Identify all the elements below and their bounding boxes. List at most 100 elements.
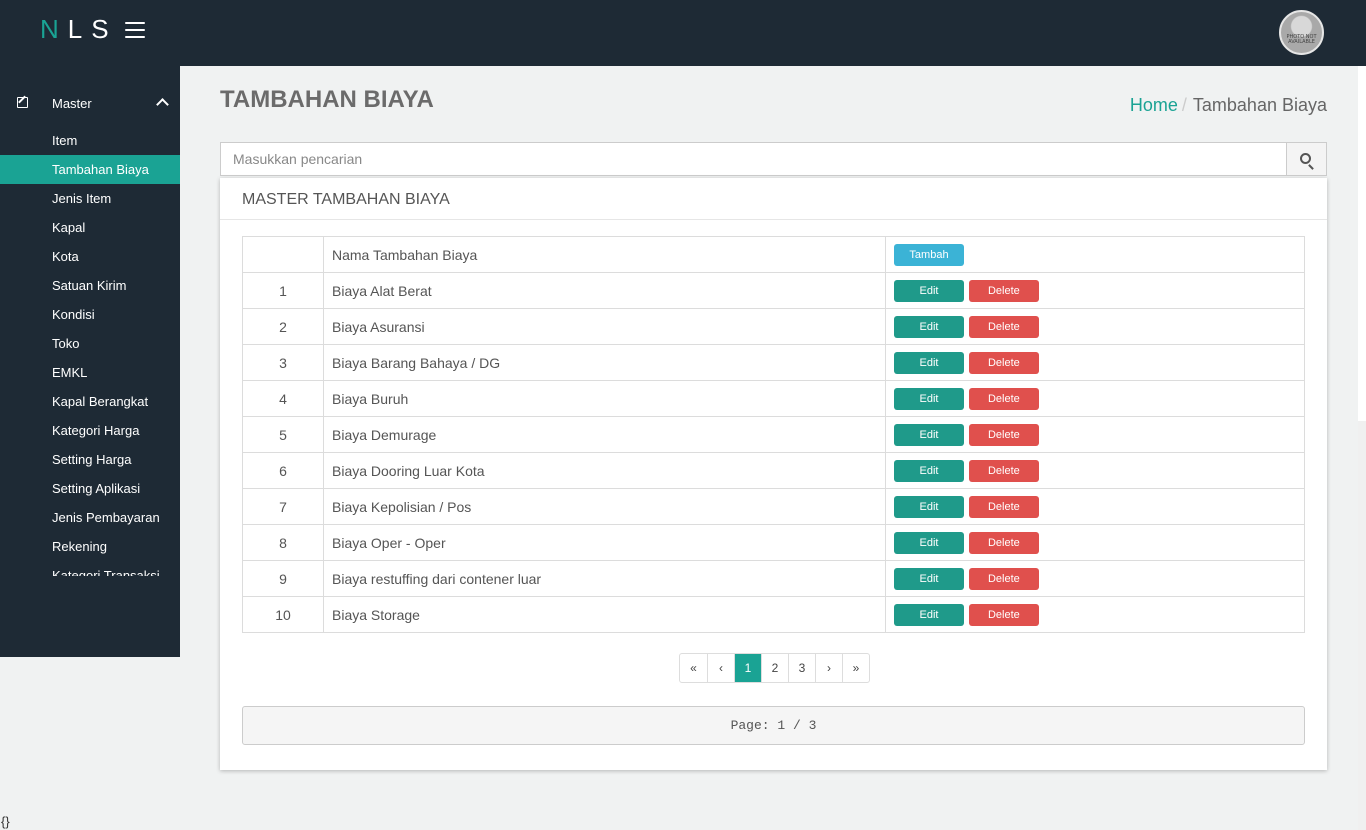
logo-letter-n: N (40, 14, 68, 44)
breadcrumb-home-link[interactable]: Home (1130, 95, 1178, 115)
hamburger-icon[interactable] (125, 22, 145, 38)
edit-button[interactable]: Edit (894, 531, 964, 554)
row-number: 7 (242, 488, 324, 525)
table-row: 1 Biaya Alat Berat Edit Delete (242, 272, 1305, 309)
pagination-last-button[interactable]: » (842, 654, 869, 682)
pagination-prev-button[interactable]: ‹ (707, 654, 734, 682)
row-actions: Edit Delete (885, 380, 1305, 417)
pagination-first-button[interactable]: « (680, 654, 707, 682)
sidebar-item-emkl[interactable]: EMKL (0, 358, 180, 387)
footer-debug-text: {} (1, 814, 10, 829)
table-row: 6 Biaya Dooring Luar Kota Edit Delete (242, 452, 1305, 489)
edit-button[interactable]: Edit (894, 567, 964, 590)
logo-letters-ls: LS (67, 14, 118, 44)
delete-button[interactable]: Delete (968, 603, 1039, 626)
sidebar-item-kategori-harga[interactable]: Kategori Harga (0, 416, 180, 445)
sidebar-item-kategori-transaksi[interactable]: Kategori Transaksi (0, 561, 180, 576)
search-bar (220, 142, 1327, 176)
breadcrumb: Home / Tambahan Biaya (1130, 95, 1327, 116)
scrollbar-thumb[interactable] (1358, 66, 1366, 421)
row-actions: Edit Delete (885, 596, 1305, 633)
add-button[interactable]: Tambah (894, 243, 964, 266)
data-table: Nama Tambahan Biaya Tambah 1 Biaya Alat B… (242, 236, 1305, 633)
panel-title: MASTER TAMBAHAN BIAYA (220, 178, 1327, 220)
sidebar-item-kota[interactable]: Kota (0, 242, 180, 271)
sidebar-item-jenis-pembayaran[interactable]: Jenis Pembayaran (0, 503, 180, 532)
row-name: Biaya Storage (323, 596, 886, 633)
sidebar-item-rekening[interactable]: Rekening (0, 532, 180, 561)
delete-button[interactable]: Delete (968, 531, 1039, 554)
sidebar-item-kapal[interactable]: Kapal (0, 213, 180, 242)
edit-button[interactable]: Edit (894, 459, 964, 482)
chevron-up-icon[interactable] (156, 98, 169, 111)
edit-button[interactable]: Edit (894, 315, 964, 338)
edit-button[interactable]: Edit (894, 351, 964, 374)
row-actions: Edit Delete (885, 272, 1305, 309)
breadcrumb-current: Tambahan Biaya (1192, 95, 1327, 115)
delete-button[interactable]: Delete (968, 423, 1039, 446)
delete-button[interactable]: Delete (968, 459, 1039, 482)
sidebar-item-setting-aplikasi[interactable]: Setting Aplikasi (0, 474, 180, 503)
page-scrollbar[interactable] (1358, 66, 1366, 830)
sidebar-section-master[interactable]: Master (0, 92, 180, 116)
edit-button[interactable]: Edit (894, 603, 964, 626)
delete-button[interactable]: Delete (968, 315, 1039, 338)
edit-button[interactable]: Edit (894, 387, 964, 410)
edit-button[interactable]: Edit (894, 423, 964, 446)
delete-button[interactable]: Delete (968, 567, 1039, 590)
pagination-page-3[interactable]: 3 (788, 654, 815, 682)
sidebar: Master Item Tambahan Biaya Jenis Item Kapal… (0, 66, 180, 657)
row-actions: Edit Delete (885, 488, 1305, 525)
search-input[interactable] (220, 142, 1287, 176)
row-number: 10 (242, 596, 324, 633)
table-row: 5 Biaya Demurage Edit Delete (242, 416, 1305, 453)
delete-button[interactable]: Delete (968, 387, 1039, 410)
header-cell-name: Nama Tambahan Biaya (323, 236, 886, 273)
delete-button[interactable]: Delete (968, 279, 1039, 302)
page-title: TAMBAHAN BIAYA (220, 86, 434, 113)
pagination-page-1[interactable]: 1 (734, 654, 761, 682)
sidebar-item-item[interactable]: Item (0, 126, 180, 155)
edit-button[interactable]: Edit (894, 279, 964, 302)
page-info: Page: 1 / 3 (242, 706, 1305, 745)
header-cell-no (242, 236, 324, 273)
sidebar-item-satuan-kirim[interactable]: Satuan Kirim (0, 271, 180, 300)
master-panel: MASTER TAMBAHAN BIAYA Nama Tambahan Biay… (220, 178, 1327, 770)
sidebar-item-setting-harga[interactable]: Setting Harga (0, 445, 180, 474)
search-button[interactable] (1286, 142, 1327, 176)
pagination-next-button[interactable]: › (815, 654, 842, 682)
pagination-page-2[interactable]: 2 (761, 654, 788, 682)
edit-button[interactable]: Edit (894, 495, 964, 518)
row-name: Biaya Asuransi (323, 308, 886, 345)
row-name: Biaya Alat Berat (323, 272, 886, 309)
row-number: 3 (242, 344, 324, 381)
row-name: Biaya Oper - Oper (323, 524, 886, 561)
delete-button[interactable]: Delete (968, 495, 1039, 518)
sidebar-item-kapal-berangkat[interactable]: Kapal Berangkat (0, 387, 180, 416)
table-row: 3 Biaya Barang Bahaya / DG Edit Delete (242, 344, 1305, 381)
row-actions: Edit Delete (885, 344, 1305, 381)
sidebar-menu-list: Item Tambahan Biaya Jenis Item Kapal Kota Sat… (0, 126, 180, 576)
top-navbar: NLS PHOTO NOT AVAILABLE (0, 0, 1366, 66)
row-actions: Edit Delete (885, 560, 1305, 597)
edit-icon (17, 97, 28, 108)
table-header-row: Nama Tambahan Biaya Tambah (242, 236, 1305, 273)
row-number: 9 (242, 560, 324, 597)
pagination: «‹ 1 2 3 ›» (679, 653, 870, 683)
header-cell-actions: Tambah (885, 236, 1305, 273)
table-row: 10 Biaya Storage Edit Delete (242, 596, 1305, 633)
row-actions: Edit Delete (885, 308, 1305, 345)
avatar-placeholder-text: PHOTO NOT AVAILABLE (1286, 34, 1317, 45)
row-name: Biaya Dooring Luar Kota (323, 452, 886, 489)
avatar[interactable]: PHOTO NOT AVAILABLE (1279, 10, 1324, 55)
app-logo[interactable]: NLS (40, 14, 118, 45)
row-number: 5 (242, 416, 324, 453)
sidebar-item-kondisi[interactable]: Kondisi (0, 300, 180, 329)
row-number: 1 (242, 272, 324, 309)
sidebar-item-jenis-item[interactable]: Jenis Item (0, 184, 180, 213)
row-name: Biaya Buruh (323, 380, 886, 417)
row-number: 6 (242, 452, 324, 489)
sidebar-item-tambahan-biaya[interactable]: Tambahan Biaya (0, 155, 180, 184)
sidebar-item-toko[interactable]: Toko (0, 329, 180, 358)
delete-button[interactable]: Delete (968, 351, 1039, 374)
